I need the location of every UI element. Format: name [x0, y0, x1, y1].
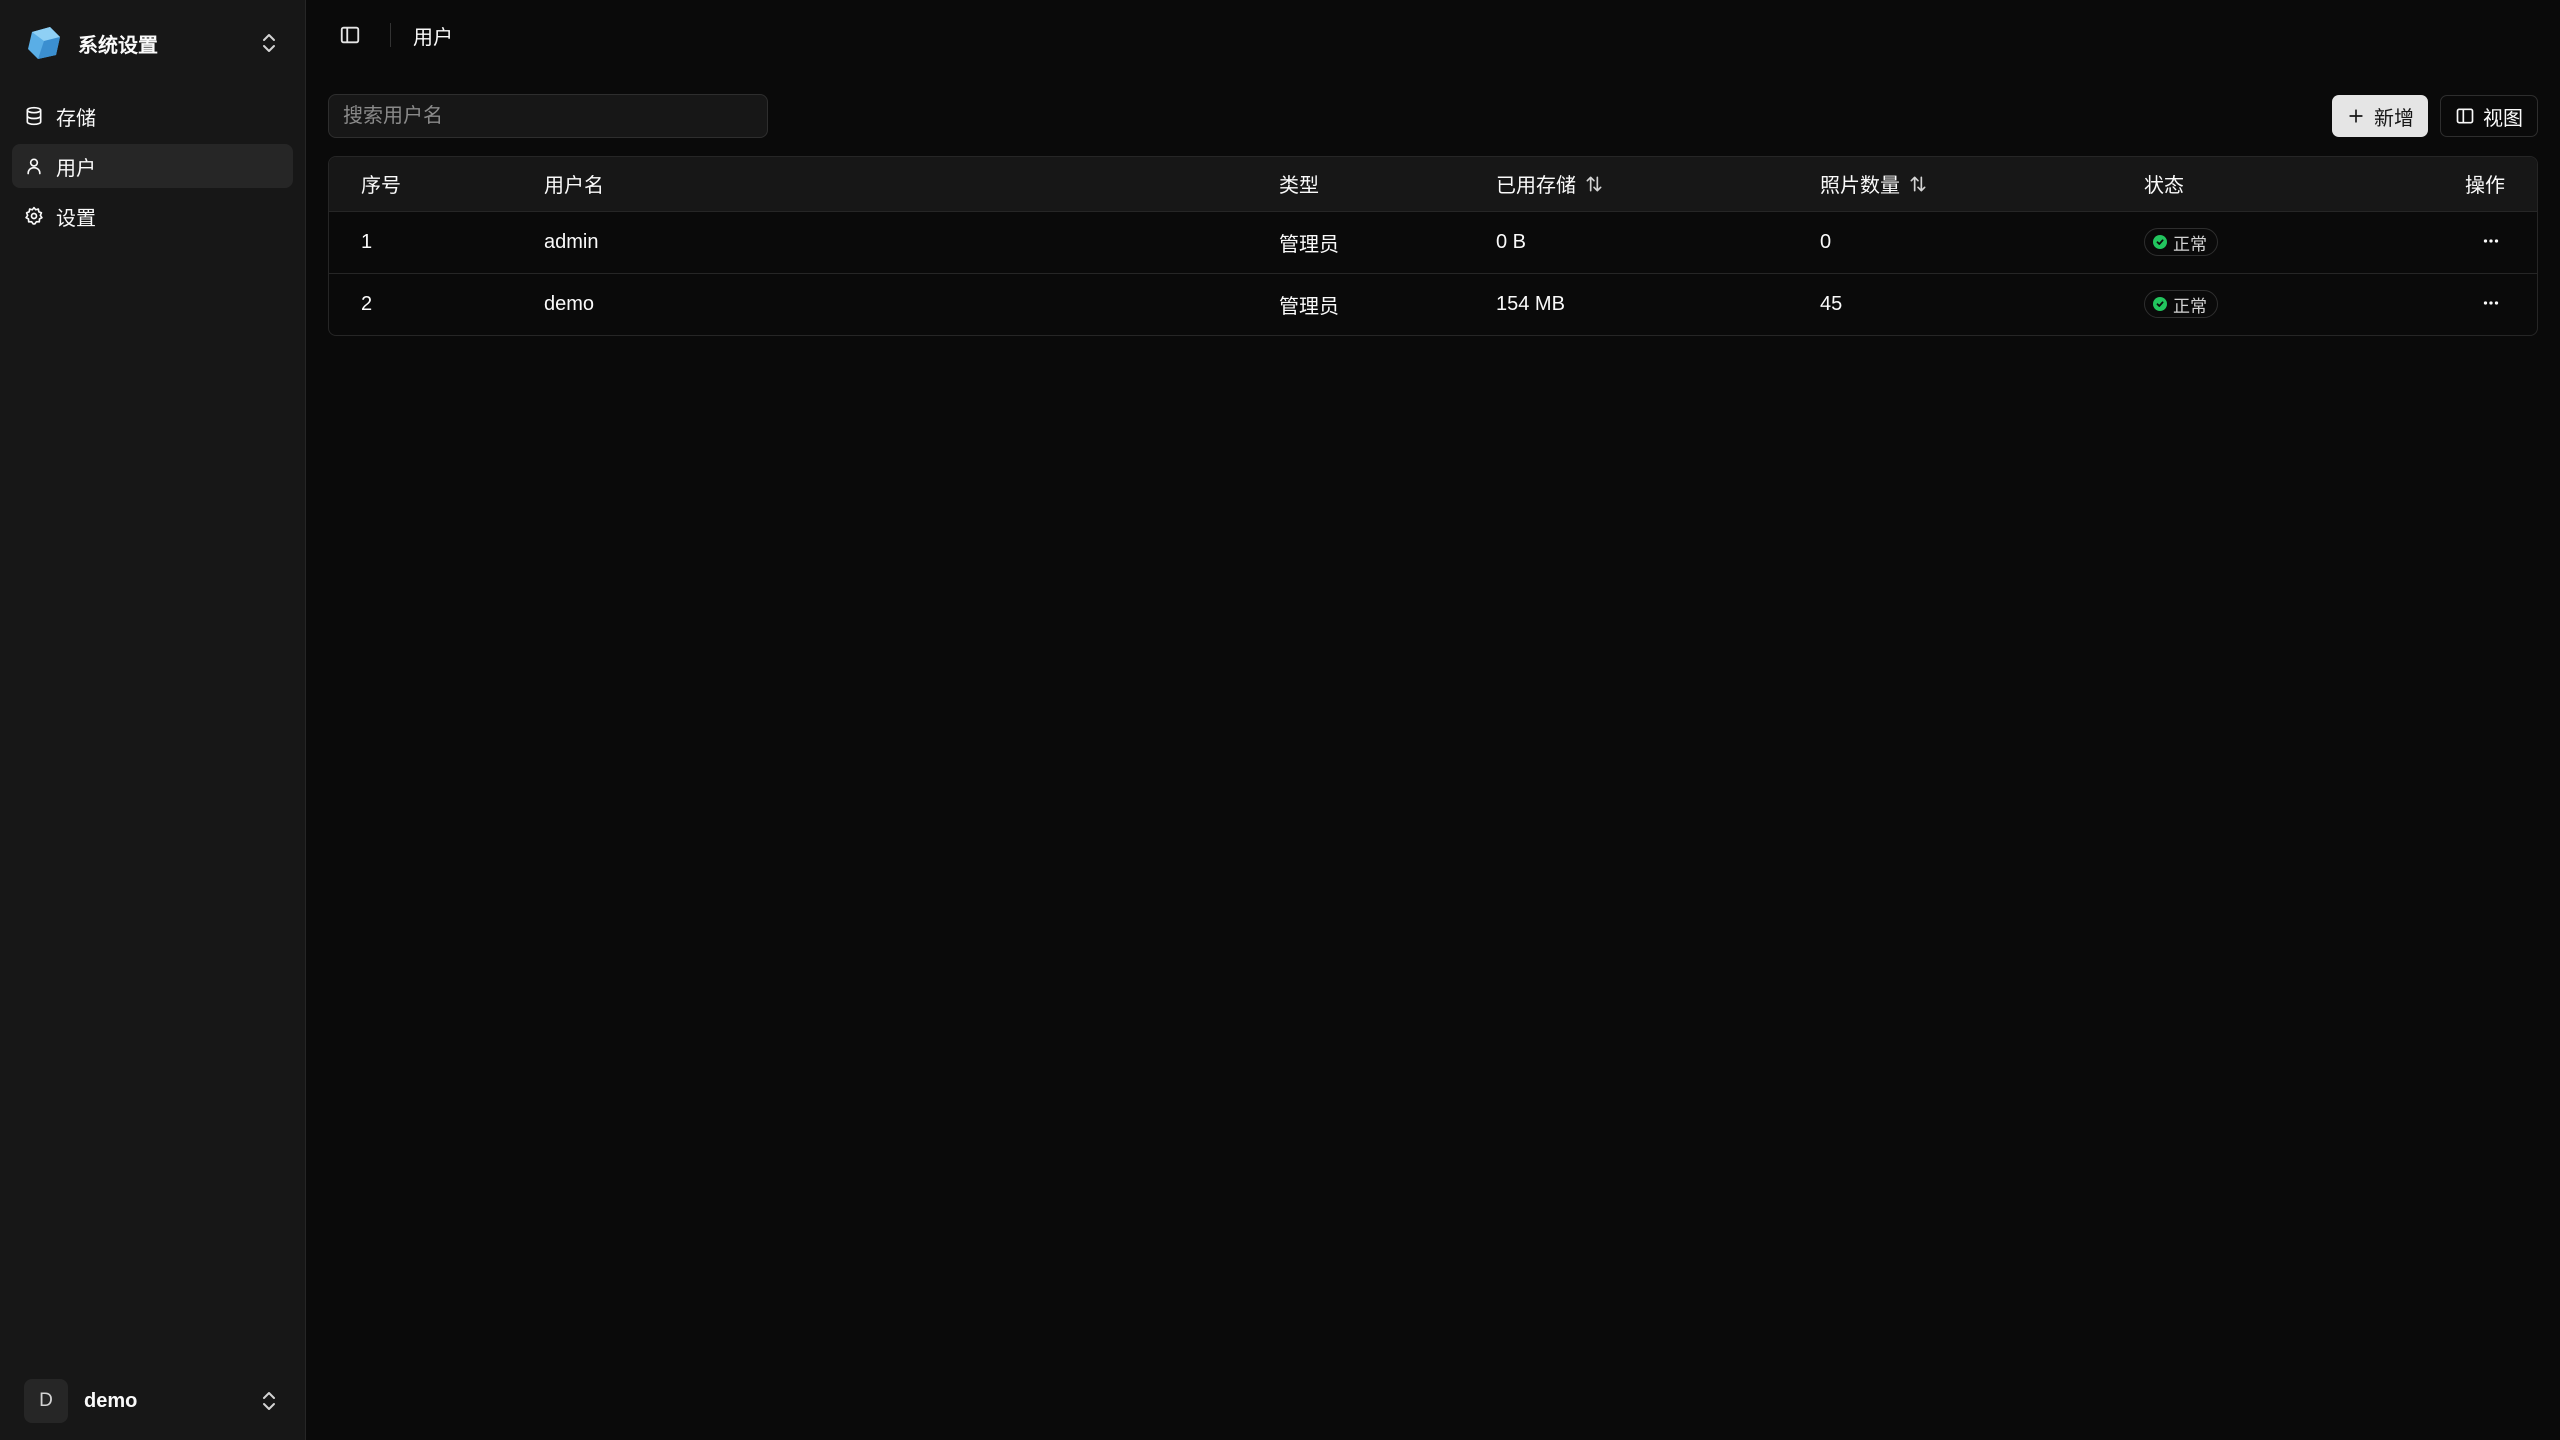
check-circle-icon	[2153, 297, 2167, 312]
cell-photos: 0	[1820, 230, 1832, 253]
sidebar-item-storage[interactable]: 存储	[12, 94, 293, 138]
sort-icon	[1586, 176, 1602, 192]
cell-username: demo	[544, 292, 595, 315]
status-badge: 正常	[2144, 228, 2218, 256]
column-header-username: 用户名	[544, 175, 604, 198]
table-row: 2 demo 管理员 154 MB 45 正常	[329, 273, 2537, 335]
sidebar-item-label: 设置	[56, 207, 96, 230]
cell-storage: 0 B	[1496, 230, 1527, 253]
user-icon	[27, 158, 41, 175]
column-header-index: 序号	[361, 175, 401, 198]
table-header-row: 序号 用户名 类型 已用存储 照片数量 状态 操作	[329, 157, 2537, 211]
status-badge: 正常	[2144, 290, 2218, 319]
add-user-label: 新增	[2374, 107, 2414, 130]
database-icon	[26, 106, 42, 126]
plus-icon	[2349, 109, 2363, 123]
cell-status: 正常	[2112, 211, 2350, 273]
search-input[interactable]	[328, 94, 768, 138]
avatar: D	[24, 1379, 68, 1423]
row-actions-button[interactable]	[2477, 289, 2505, 317]
sidebar-item-settings[interactable]: 设置	[12, 194, 293, 238]
main-content: 用户 新增 视图	[306, 0, 2560, 1440]
cell-actions	[2350, 211, 2537, 273]
toolbar-actions: 新增 视图	[2332, 95, 2538, 137]
gear-icon	[25, 206, 43, 225]
chevrons-up-down-icon	[263, 1392, 275, 1410]
breadcrumb: 用户	[413, 26, 453, 49]
column-header-photos-label: 照片数量	[1820, 175, 1900, 198]
current-user-name: demo	[84, 1389, 138, 1412]
more-horizontal-icon	[2483, 238, 2499, 243]
workspace-title: 系统设置	[78, 34, 158, 57]
column-header-storage-label: 已用存储	[1496, 175, 1576, 198]
cell-type: 管理员	[1279, 295, 1339, 318]
view-label: 视图	[2483, 107, 2523, 130]
divider	[390, 23, 391, 47]
cell-index: 1	[361, 230, 373, 253]
status-label: 正常	[2173, 234, 2207, 254]
user-menu[interactable]: D demo	[0, 1362, 305, 1440]
cell-username: admin	[544, 230, 599, 253]
cell-status: 正常	[2112, 273, 2350, 335]
app-root: 系统设置 存储 用户 设置 D demo 用户 搜索用户名 新增 视图 序号 用…	[0, 0, 2560, 1440]
sidebar-item-label: 存储	[56, 107, 96, 130]
users-section: 新增 视图 序号	[306, 70, 2560, 336]
sidebar: 系统设置 存储 用户 设置 D demo	[0, 0, 306, 1440]
panel-left-icon	[340, 26, 360, 44]
sidebar-item-users[interactable]: 用户	[12, 144, 293, 188]
cell-actions	[2350, 273, 2537, 335]
workspace-switcher[interactable]: 系统设置	[0, 0, 305, 86]
columns-icon	[2456, 108, 2474, 124]
cell-storage: 154 MB	[1496, 292, 1565, 315]
sort-icon	[1910, 176, 1926, 192]
column-header-photos[interactable]: 照片数量	[1788, 157, 2112, 211]
topbar: 用户	[306, 0, 2560, 70]
column-header-storage[interactable]: 已用存储	[1464, 157, 1788, 211]
column-header-type: 类型	[1279, 175, 1319, 198]
users-table: 序号 用户名 类型 已用存储 照片数量 状态 操作 1 admin 管理员 0 …	[328, 156, 2538, 336]
table-row: 1 admin 管理员 0 B 0 正常	[329, 211, 2537, 273]
status-label: 正常	[2173, 296, 2207, 316]
sidebar-toggle-button[interactable]	[330, 15, 370, 55]
check-circle-icon	[2153, 235, 2167, 249]
cell-index: 2	[361, 292, 373, 315]
column-header-actions: 操作	[2465, 175, 2505, 198]
sidebar-item-label: 用户	[56, 157, 96, 180]
view-button[interactable]: 视图	[2440, 95, 2538, 137]
more-horizontal-icon	[2483, 301, 2499, 305]
cube-logo-icon	[28, 27, 60, 59]
cell-photos: 45	[1820, 292, 1843, 315]
add-user-button[interactable]: 新增	[2332, 95, 2428, 137]
row-actions-button[interactable]	[2477, 227, 2505, 255]
chevrons-up-down-icon	[263, 34, 275, 52]
column-header-status: 状态	[2144, 175, 2184, 198]
toolbar: 新增 视图	[328, 94, 2538, 138]
cell-type: 管理员	[1279, 233, 1339, 256]
sidebar-nav: 存储 用户 设置	[0, 94, 305, 238]
